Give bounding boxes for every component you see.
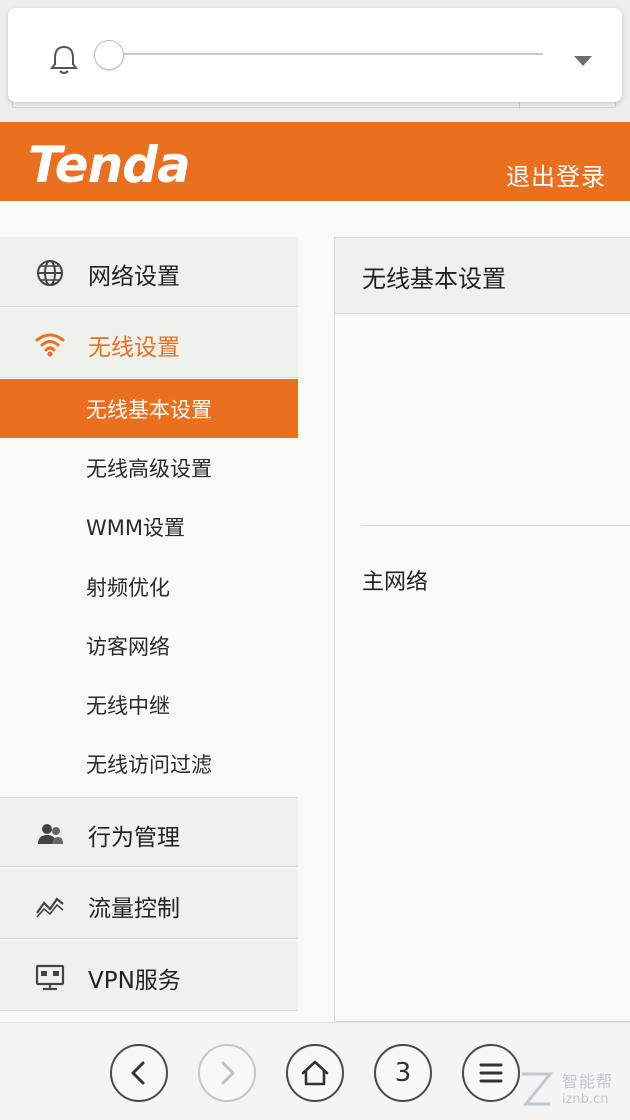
wifi-icon: [35, 333, 65, 357]
logout-button[interactable]: 退出登录: [506, 157, 606, 192]
bell-icon[interactable]: [44, 40, 84, 80]
sidebar-item-access-filter[interactable]: 无线访问过滤: [0, 734, 298, 793]
sidebar-item-label: 无线基本设置: [86, 398, 212, 422]
sidebar-group-network[interactable]: 网络设置: [0, 237, 298, 307]
sidebar-group-label: 行为管理: [88, 825, 180, 851]
chart-line-icon: [36, 897, 64, 918]
sidebar-group-label: 流量控制: [88, 896, 180, 922]
status-area: [0, 0, 630, 122]
forward-arrow-icon: [221, 1061, 235, 1085]
content-panel: 无线基本设置 主网络: [334, 237, 630, 1022]
menu-icon: [479, 1063, 503, 1083]
sidebar-group-wireless[interactable]: 无线设置: [0, 308, 298, 378]
tabs-button[interactable]: 3: [374, 1044, 432, 1102]
notification-card: [8, 8, 622, 102]
globe-icon: [37, 260, 63, 286]
volume-slider-track[interactable]: [108, 53, 543, 55]
panel-header: 无线基本设置: [335, 238, 630, 314]
sidebar-item-wireless-repeater[interactable]: 无线中继: [0, 675, 298, 734]
back-arrow-icon: [131, 1061, 145, 1085]
sidebar-item-label: WMM设置: [86, 516, 186, 540]
sidebar-group-label: 网络设置: [88, 264, 180, 290]
sidebar-item-label: 无线高级设置: [86, 457, 212, 481]
sidebar-item-wireless-basic[interactable]: 无线基本设置: [0, 379, 298, 438]
watermark-logo: [522, 1072, 554, 1106]
sidebar-item-wireless-advanced[interactable]: 无线高级设置: [0, 438, 298, 497]
tab-count: 3: [394, 1058, 412, 1088]
tenda-logo: Tenda: [28, 138, 191, 190]
menu-button[interactable]: [462, 1044, 520, 1102]
sidebar-item-label: 访客网络: [86, 635, 170, 659]
watermark-url: iznb.cn: [562, 1092, 609, 1107]
volume-slider-thumb[interactable]: [94, 40, 124, 70]
forward-button[interactable]: [198, 1044, 256, 1102]
svg-text:Tenda: Tenda: [28, 138, 190, 190]
sidebar-item-rf-optimize[interactable]: 射频优化: [0, 557, 298, 616]
sidebar-item-label: 无线中继: [86, 694, 170, 718]
watermark-text: 智能帮: [562, 1072, 614, 1091]
home-icon: [301, 1060, 329, 1086]
watermark: 智能帮 iznb.cn: [516, 1066, 624, 1114]
sidebar-group-behavior[interactable]: 行为管理: [0, 797, 298, 867]
monitor-icon: [35, 964, 65, 991]
sidebar-group-label: VPN服务: [88, 968, 181, 994]
sidebar-group-traffic[interactable]: 流量控制: [0, 869, 298, 939]
section-label-main-network: 主网络: [362, 570, 429, 595]
sidebar-item-guest-network[interactable]: 访客网络: [0, 616, 298, 675]
sidebar-group-vpn[interactable]: VPN服务: [0, 941, 298, 1011]
back-button[interactable]: [110, 1044, 168, 1102]
page-title: 无线基本设置: [362, 265, 506, 293]
sidebar-item-wmm[interactable]: WMM设置: [0, 497, 298, 556]
sidebar-item-label: 无线访问过滤: [86, 753, 212, 777]
section-divider: [361, 525, 630, 526]
users-icon: [38, 824, 63, 844]
sidebar-group-label: 无线设置: [88, 335, 180, 361]
sidebar-item-label: 射频优化: [86, 576, 170, 600]
home-button[interactable]: [286, 1044, 344, 1102]
sidebar: 网络设置 无线设置 无线基本设置 无线高级设置 WMM设置 射频优化 访客网络 …: [0, 237, 298, 1022]
chevron-down-icon[interactable]: [574, 56, 592, 66]
